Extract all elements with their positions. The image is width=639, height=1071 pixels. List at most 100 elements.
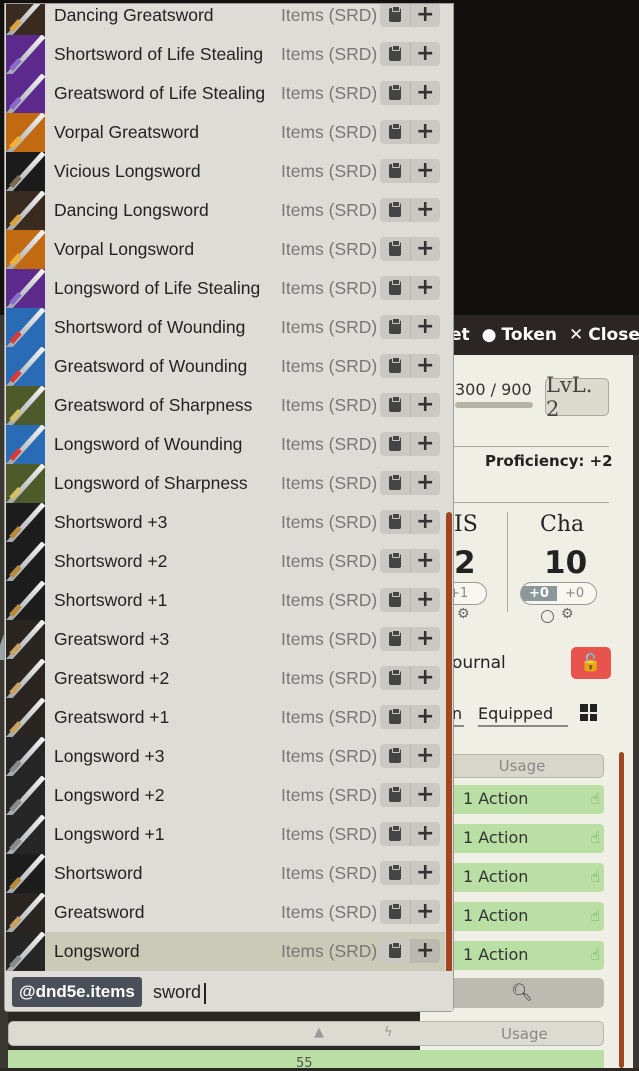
grid-view-icon[interactable] [580, 704, 597, 721]
hand-pointer-icon[interactable]: ☝ [590, 828, 600, 847]
result-row[interactable]: Greatsword of Life Stealing Items (SRD) + [5, 74, 445, 113]
hand-pointer-icon[interactable]: ☝ [590, 867, 600, 886]
hand-pointer-icon[interactable]: ☝ [590, 945, 600, 964]
query-input[interactable] [151, 977, 445, 1007]
result-row[interactable]: Greatsword +1 Items (SRD) + [5, 698, 445, 737]
copy-reference-button[interactable] [380, 42, 410, 66]
unlock-button[interactable]: 🔓 [571, 647, 611, 679]
copy-reference-button[interactable] [380, 588, 410, 612]
copy-reference-button[interactable] [380, 393, 410, 417]
copy-reference-button[interactable] [380, 120, 410, 144]
result-row[interactable]: Greatsword of Sharpness Items (SRD) + [5, 386, 445, 425]
add-item-button[interactable]: + [409, 900, 441, 924]
add-item-button[interactable]: + [409, 432, 441, 456]
add-item-button[interactable]: + [409, 393, 441, 417]
copy-reference-button[interactable] [380, 783, 410, 807]
add-item-button[interactable]: + [409, 81, 441, 105]
add-item-button[interactable]: + [409, 471, 441, 495]
add-item-button[interactable]: + [409, 705, 441, 729]
result-row[interactable]: Shortsword of Life Stealing Items (SRD) + [5, 35, 445, 74]
result-row[interactable]: Shortsword +3 Items (SRD) + [5, 503, 445, 542]
copy-reference-button[interactable] [380, 81, 410, 105]
copy-reference-button[interactable] [380, 432, 410, 456]
action-row[interactable]: 1 Action ☝ [440, 785, 604, 814]
add-item-button[interactable]: + [409, 627, 441, 651]
add-item-button[interactable]: + [409, 120, 441, 144]
result-row[interactable]: Greatsword +2 Items (SRD) + [5, 659, 445, 698]
action-row[interactable]: 1 Action ☝ [440, 941, 604, 970]
copy-reference-button[interactable] [380, 237, 410, 261]
copy-reference-button[interactable] [380, 627, 410, 651]
add-item-button[interactable]: + [409, 549, 441, 573]
compendium-badge[interactable]: @dnd5e.items [12, 977, 142, 1007]
sheet-scrollbar[interactable] [619, 752, 624, 1068]
result-row[interactable]: Greatsword Items (SRD) + [5, 893, 445, 932]
result-row[interactable]: Longsword of Sharpness Items (SRD) + [5, 464, 445, 503]
level-badge[interactable]: LvL. 2 [545, 373, 609, 421]
result-row[interactable]: Longsword of Wounding Items (SRD) + [5, 425, 445, 464]
result-row[interactable]: Shortsword +1 Items (SRD) + [5, 581, 445, 620]
copy-reference-button[interactable] [380, 939, 410, 963]
bottom-item-row[interactable]: 55 [8, 1050, 604, 1071]
add-item-button[interactable]: + [409, 783, 441, 807]
copy-reference-button[interactable] [380, 900, 410, 924]
add-item-button[interactable]: + [409, 939, 440, 963]
add-item-button[interactable]: + [409, 237, 441, 261]
add-item-button[interactable]: + [409, 744, 441, 768]
copy-reference-button[interactable] [380, 471, 410, 495]
result-row[interactable]: Shortsword of Wounding Items (SRD) + [5, 308, 445, 347]
results-scrollbar[interactable] [446, 512, 452, 974]
copy-reference-button[interactable] [380, 159, 410, 183]
gear-icon[interactable]: ⚙ [457, 606, 470, 622]
copy-reference-button[interactable] [380, 666, 410, 690]
result-row[interactable]: Shortsword +2 Items (SRD) + [5, 542, 445, 581]
tab-equipped[interactable]: Equipped [478, 704, 568, 727]
action-row[interactable]: 1 Action ☝ [440, 902, 604, 931]
result-row[interactable]: Longsword +3 Items (SRD) + [5, 737, 445, 776]
result-row[interactable]: Vicious Longsword Items (SRD) + [5, 152, 445, 191]
result-row[interactable]: Longsword +2 Items (SRD) + [5, 776, 445, 815]
add-item-button[interactable]: + [409, 42, 441, 66]
copy-reference-button[interactable] [380, 510, 410, 534]
add-item-button[interactable]: + [409, 861, 441, 885]
search-button[interactable]: 🔍︎ [440, 978, 604, 1008]
copy-reference-button[interactable] [380, 198, 410, 222]
copy-reference-button[interactable] [380, 861, 410, 885]
copy-reference-button[interactable] [380, 549, 410, 573]
add-item-button[interactable]: + [409, 315, 441, 339]
action-row[interactable]: 1 Action ☝ [440, 863, 604, 892]
copy-reference-button[interactable] [380, 822, 410, 846]
add-item-button[interactable]: + [409, 510, 441, 534]
ability-mod-cha[interactable]: +0 +0 [520, 582, 597, 605]
ability-score-wis[interactable]: 2 [454, 545, 476, 581]
ability-score-cha[interactable]: 10 [544, 545, 587, 581]
result-row[interactable]: Longsword +1 Items (SRD) + [5, 815, 445, 854]
result-row[interactable]: Vorpal Greatsword Items (SRD) + [5, 113, 445, 152]
copy-reference-button[interactable] [380, 276, 410, 300]
result-row[interactable]: Longsword of Life Stealing Items (SRD) + [5, 269, 445, 308]
result-row[interactable]: Longsword Items (SRD) + [5, 932, 445, 971]
proficiency-radio[interactable] [541, 610, 554, 623]
action-row[interactable]: 1 Action ☝ [440, 824, 604, 853]
token-button[interactable]: ● Token [482, 325, 557, 345]
result-row[interactable]: Dancing Greatsword Items (SRD) + [5, 4, 445, 35]
add-item-button[interactable]: + [409, 159, 441, 183]
result-row[interactable]: Greatsword of Wounding Items (SRD) + [5, 347, 445, 386]
result-row[interactable]: Dancing Longsword Items (SRD) + [5, 191, 445, 230]
copy-reference-button[interactable] [380, 354, 410, 378]
copy-reference-button[interactable] [380, 744, 410, 768]
add-item-button[interactable]: + [409, 198, 441, 222]
journal-tab-label[interactable]: ournal [452, 653, 506, 673]
result-row[interactable]: Vorpal Longsword Items (SRD) + [5, 230, 445, 269]
add-item-button[interactable]: + [409, 276, 441, 300]
copy-reference-button[interactable] [380, 705, 410, 729]
result-row[interactable]: Greatsword +3 Items (SRD) + [5, 620, 445, 659]
close-button[interactable]: ✕ Close [569, 325, 639, 345]
copy-reference-button[interactable] [380, 315, 410, 339]
gear-icon[interactable]: ⚙ [561, 606, 574, 622]
add-item-button[interactable]: + [409, 588, 441, 612]
result-row[interactable]: Shortsword Items (SRD) + [5, 854, 445, 893]
add-item-button[interactable]: + [409, 666, 441, 690]
add-item-button[interactable]: + [409, 822, 441, 846]
add-item-button[interactable]: + [409, 354, 441, 378]
